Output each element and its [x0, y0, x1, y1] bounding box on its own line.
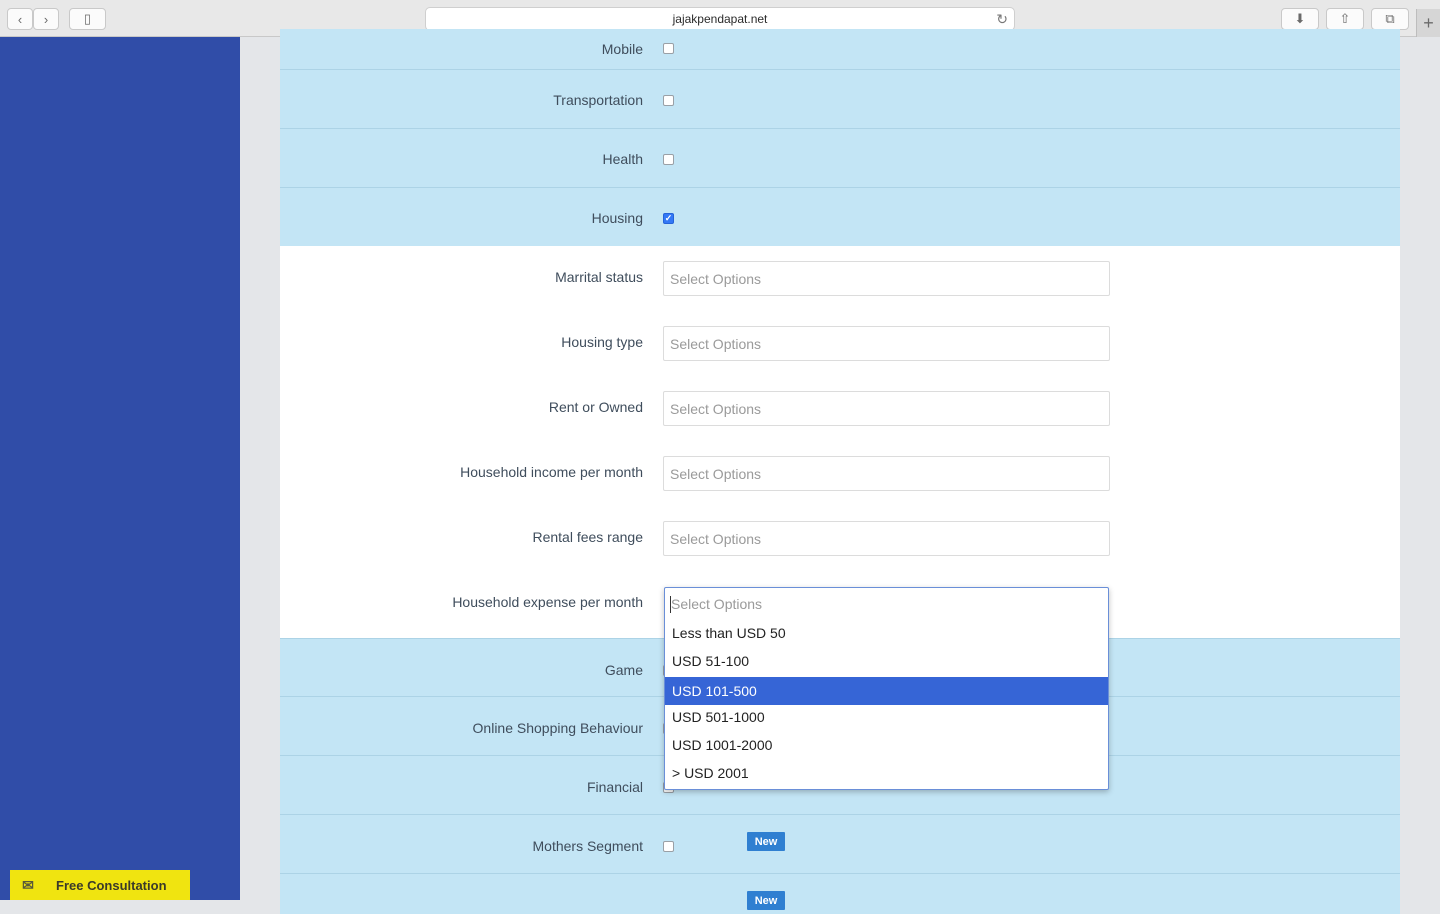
interest-row-next: New	[280, 874, 1400, 914]
plus-icon: +	[1423, 12, 1434, 33]
chevron-left-icon: ‹	[17, 11, 23, 27]
interest-row-transportation: Transportation	[280, 70, 1400, 129]
dropdown-option[interactable]: Less than USD 50	[665, 619, 1108, 647]
url-text: jajakpendapat.net	[672, 12, 768, 26]
field-label-marital-status: Marrital status	[555, 269, 643, 285]
interest-label: Transportation	[553, 92, 643, 108]
tabs-overview-button[interactable]: ⧉	[1371, 8, 1409, 30]
interest-label: Housing	[591, 210, 643, 226]
household-income-select[interactable]: Select Options	[663, 456, 1110, 491]
household-expense-dropdown[interactable]: Select Options Less than USD 50 USD 51-1…	[664, 587, 1109, 790]
dropdown-option[interactable]: USD 51-100	[665, 647, 1108, 675]
forward-button[interactable]: ›	[33, 8, 59, 30]
dropdown-option[interactable]: USD 1001-2000	[665, 731, 1108, 759]
download-icon: ⬇	[1294, 11, 1306, 26]
page-sidebar	[0, 37, 240, 900]
new-badge: New	[747, 832, 785, 851]
interest-checkbox-checked[interactable]: ✓	[663, 213, 674, 224]
interest-checkbox[interactable]	[663, 95, 674, 106]
select-placeholder: Select Options	[670, 271, 762, 287]
downloads-button[interactable]: ⬇	[1281, 8, 1319, 30]
select-placeholder: Select Options	[670, 336, 762, 352]
tabs-icon: ⧉	[1385, 11, 1395, 26]
interest-label: Online Shopping Behaviour	[472, 720, 643, 736]
new-badge: New	[747, 891, 785, 910]
interest-row-housing: Housing ✓	[280, 188, 1400, 246]
free-consultation-button[interactable]: ✉ Free Consultation	[10, 870, 190, 900]
sidebar-icon: ▯	[83, 11, 92, 26]
dropdown-search-placeholder[interactable]: Select Options	[671, 596, 762, 612]
interest-checkbox[interactable]	[663, 841, 674, 852]
dropdown-option-highlighted[interactable]: USD 101-500	[665, 677, 1108, 705]
interest-checkbox[interactable]	[663, 43, 674, 54]
field-label-household-income: Household income per month	[460, 464, 643, 480]
select-placeholder: Select Options	[670, 531, 762, 547]
interest-row-health: Health	[280, 129, 1400, 188]
rent-or-owned-select[interactable]: Select Options	[663, 391, 1110, 426]
back-button[interactable]: ‹	[7, 8, 33, 30]
share-icon: ⇧	[1339, 11, 1351, 26]
interest-label: Mobile	[601, 41, 643, 57]
address-bar[interactable]: jajakpendapat.net ↻	[425, 7, 1015, 31]
mail-icon: ✉	[22, 876, 34, 893]
chevron-right-icon: ›	[43, 11, 49, 27]
free-consultation-label: Free Consultation	[56, 877, 167, 893]
rental-fees-select[interactable]: Select Options	[663, 521, 1110, 556]
interest-row-mothers-segment: Mothers Segment New	[280, 815, 1400, 874]
housing-type-select[interactable]: Select Options	[663, 326, 1110, 361]
new-tab-button[interactable]: +	[1416, 9, 1440, 37]
dropdown-option[interactable]: USD 501-1000	[665, 703, 1108, 731]
interest-label: Health	[602, 151, 643, 167]
interest-label: Financial	[586, 779, 643, 795]
interest-row-mobile: Mobile	[280, 29, 1400, 70]
interest-label: Game	[604, 662, 643, 678]
field-label-housing-type: Housing type	[561, 334, 643, 350]
dropdown-option[interactable]: > USD 2001	[665, 759, 1108, 787]
interest-checkbox[interactable]	[663, 154, 674, 165]
interest-label: Mothers Segment	[532, 838, 644, 854]
sidebar-toggle-button[interactable]: ▯	[69, 8, 106, 30]
field-label-household-expense: Household expense per month	[452, 594, 643, 610]
field-label-rental-fees: Rental fees range	[532, 529, 643, 545]
marital-status-select[interactable]: Select Options	[663, 261, 1110, 296]
select-placeholder: Select Options	[670, 401, 762, 417]
reload-icon[interactable]: ↻	[996, 11, 1008, 28]
field-label-rent-or-owned: Rent or Owned	[548, 399, 643, 415]
select-placeholder: Select Options	[670, 466, 762, 482]
share-button[interactable]: ⇧	[1326, 8, 1364, 30]
